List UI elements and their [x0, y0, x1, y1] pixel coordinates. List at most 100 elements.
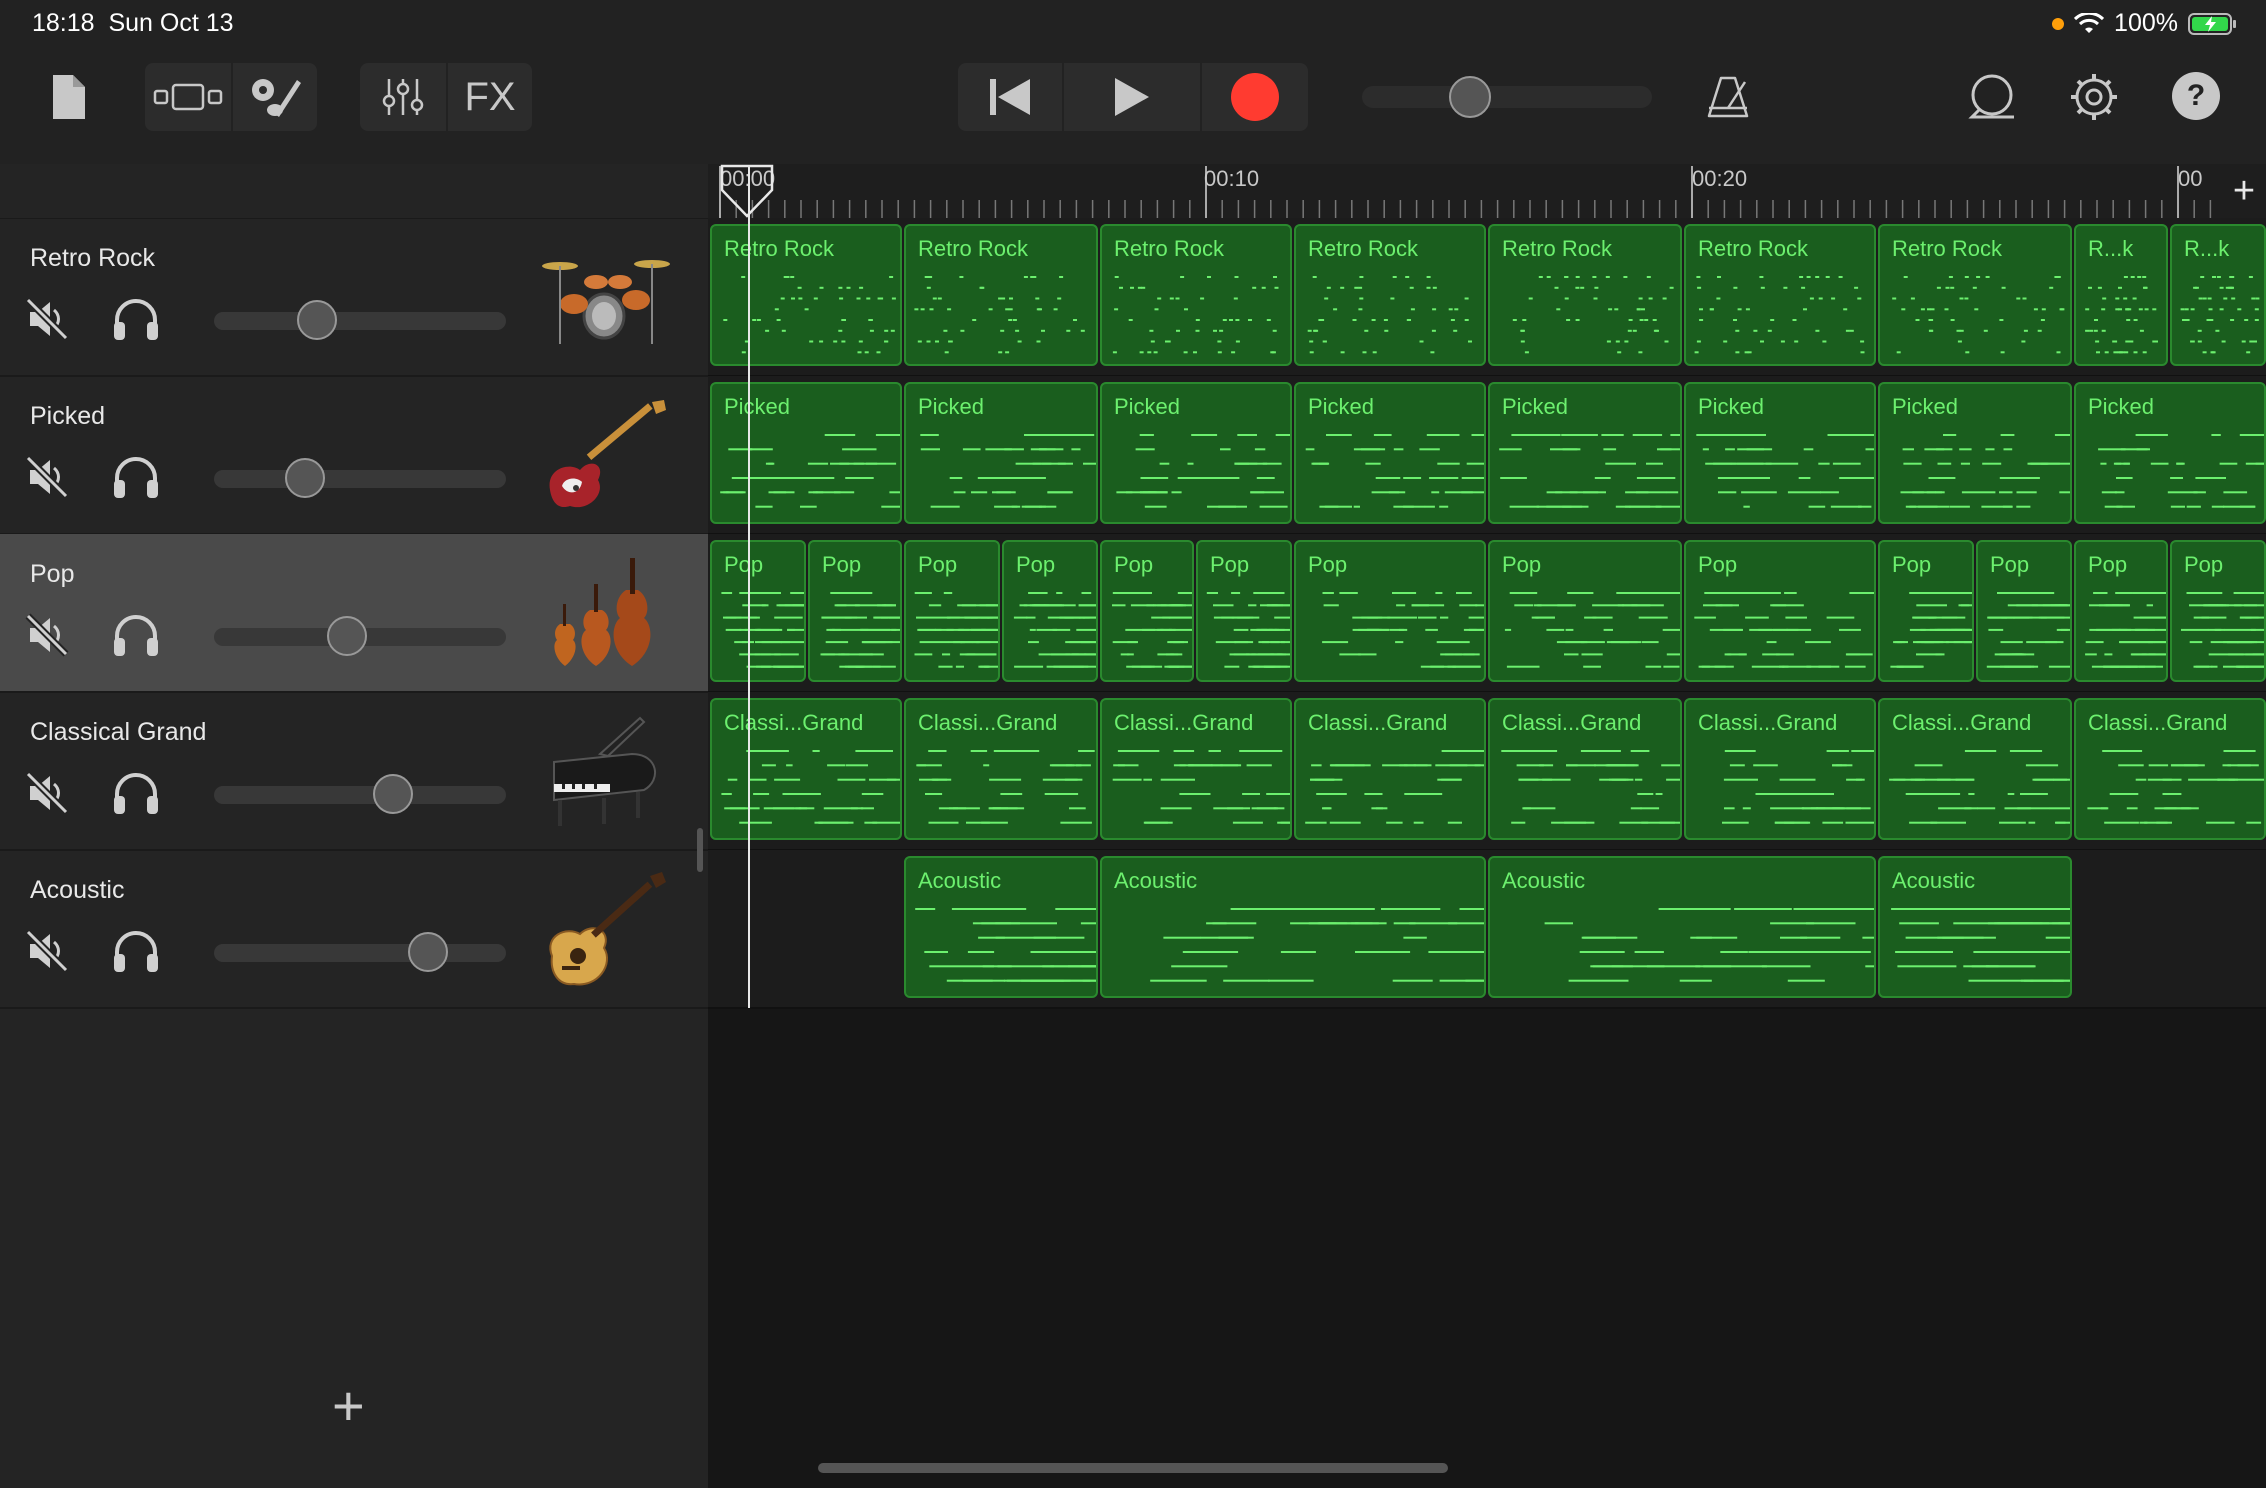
track-header[interactable]: Pop [0, 534, 708, 693]
region[interactable]: Acoustic [1878, 856, 2072, 998]
panel-resize-handle[interactable] [697, 828, 703, 872]
strings-icon[interactable] [540, 556, 670, 674]
region[interactable]: Pop [904, 540, 1000, 682]
region[interactable]: Pop [1488, 540, 1682, 682]
region[interactable]: Classi...Grand [2074, 698, 2266, 840]
solo-button[interactable] [111, 454, 161, 505]
region[interactable]: Pop [1878, 540, 1974, 682]
region[interactable]: Classi...Grand [1878, 698, 2072, 840]
solo-button[interactable] [111, 612, 161, 663]
go-to-beginning-button[interactable] [958, 63, 1062, 131]
region[interactable]: Picked [1488, 382, 1682, 524]
mute-button[interactable] [24, 454, 70, 505]
region[interactable]: Pop [808, 540, 902, 682]
drum-kit-icon[interactable] [540, 240, 670, 358]
instrument-settings-button[interactable] [233, 63, 317, 131]
region-label: Pop [1016, 552, 1056, 577]
track-volume-slider[interactable] [214, 932, 506, 972]
region[interactable]: Pop [1002, 540, 1098, 682]
region[interactable]: Pop [1294, 540, 1486, 682]
mixer-button[interactable] [360, 63, 446, 131]
play-button[interactable] [1064, 63, 1200, 131]
track-name: Retro Rock [30, 244, 156, 272]
acoustic-guitar-icon[interactable] [540, 872, 670, 990]
region[interactable]: Pop [1196, 540, 1292, 682]
region[interactable]: Picked [1684, 382, 1876, 524]
bass-guitar-icon[interactable] [540, 398, 670, 516]
track-volume-knob[interactable] [327, 616, 368, 656]
region[interactable]: Classi...Grand [1488, 698, 1682, 840]
grand-piano-icon[interactable] [540, 714, 670, 832]
loop-browser-button[interactable] [1962, 63, 2022, 131]
mixer-icon [382, 79, 424, 115]
region[interactable]: Picked [2074, 382, 2266, 524]
region[interactable]: Picked [1878, 382, 2072, 524]
settings-button[interactable] [2064, 63, 2124, 131]
region-label: Picked [1502, 394, 1569, 419]
track-volume-slider[interactable] [214, 458, 506, 498]
region[interactable]: Retro Rock [710, 224, 902, 366]
timeline-ruler[interactable]: 00:00 00:10 00:20 00 + [708, 164, 2266, 219]
region[interactable]: Classi...Grand [904, 698, 1098, 840]
record-button[interactable] [1202, 63, 1308, 131]
track-header[interactable]: Classical Grand [0, 692, 708, 851]
track-volume-slider[interactable] [214, 774, 506, 814]
region[interactable]: Acoustic [1100, 856, 1486, 998]
region[interactable]: Pop [1100, 540, 1194, 682]
track-volume-knob[interactable] [297, 300, 338, 340]
view-toggle-icon [153, 83, 223, 111]
region[interactable]: Pop [2170, 540, 2266, 682]
region[interactable]: Retro Rock [1294, 224, 1486, 366]
track-volume-slider[interactable] [214, 616, 506, 656]
master-volume-slider[interactable] [1362, 76, 1652, 118]
region[interactable]: Pop [710, 540, 806, 682]
region[interactable]: Retro Rock [1100, 224, 1292, 366]
region[interactable]: Retro Rock [904, 224, 1098, 366]
solo-button[interactable] [111, 928, 161, 979]
solo-button[interactable] [111, 296, 161, 347]
mute-button[interactable] [24, 296, 70, 347]
region[interactable]: Pop [1684, 540, 1876, 682]
region[interactable]: Retro Rock [1684, 224, 1876, 366]
region[interactable]: Retro Rock [1488, 224, 1682, 366]
track-volume-knob[interactable] [372, 774, 413, 814]
playhead[interactable] [748, 166, 750, 1008]
region[interactable]: Picked [904, 382, 1098, 524]
region[interactable]: Acoustic [904, 856, 1098, 998]
region[interactable]: Picked [1294, 382, 1486, 524]
region[interactable]: R...k [2074, 224, 2168, 366]
track-header[interactable]: Picked [0, 376, 708, 535]
mute-button[interactable] [24, 928, 70, 979]
add-track-button[interactable]: + [332, 1378, 365, 1434]
metronome-button[interactable] [1700, 63, 1756, 131]
add-section-button[interactable]: + [2222, 164, 2266, 218]
region[interactable]: R...k [2170, 224, 2266, 366]
region[interactable]: Classi...Grand [1294, 698, 1486, 840]
region[interactable]: Pop [2074, 540, 2168, 682]
track-name: Pop [30, 560, 75, 588]
region[interactable]: Classi...Grand [710, 698, 902, 840]
region[interactable]: Retro Rock [1878, 224, 2072, 366]
region[interactable]: Picked [710, 382, 902, 524]
track-header[interactable]: Retro Rock [0, 218, 708, 377]
track-volume-knob[interactable] [284, 458, 325, 498]
region[interactable]: Acoustic [1488, 856, 1876, 998]
track-volume-knob[interactable] [408, 932, 449, 972]
region[interactable]: Picked [1100, 382, 1292, 524]
region[interactable]: Pop [1976, 540, 2072, 682]
master-volume-knob[interactable] [1448, 76, 1491, 118]
track-volume-slider[interactable] [214, 300, 506, 340]
playhead-handle[interactable] [718, 164, 776, 218]
help-button[interactable]: ? [2172, 72, 2220, 120]
my-songs-button[interactable] [40, 63, 96, 131]
tracks-area[interactable]: Retro Rock Retro Rock Retro Rock Retro Rock… [708, 218, 2266, 1488]
mute-button[interactable] [24, 612, 70, 663]
fx-button[interactable]: FX [448, 63, 532, 131]
mute-button[interactable] [24, 770, 70, 821]
region-label: Picked [1892, 394, 1959, 419]
track-header[interactable]: Acoustic [0, 850, 708, 1009]
region[interactable]: Classi...Grand [1684, 698, 1876, 840]
view-toggle-button[interactable] [145, 63, 231, 131]
region[interactable]: Classi...Grand [1100, 698, 1292, 840]
solo-button[interactable] [111, 770, 161, 821]
